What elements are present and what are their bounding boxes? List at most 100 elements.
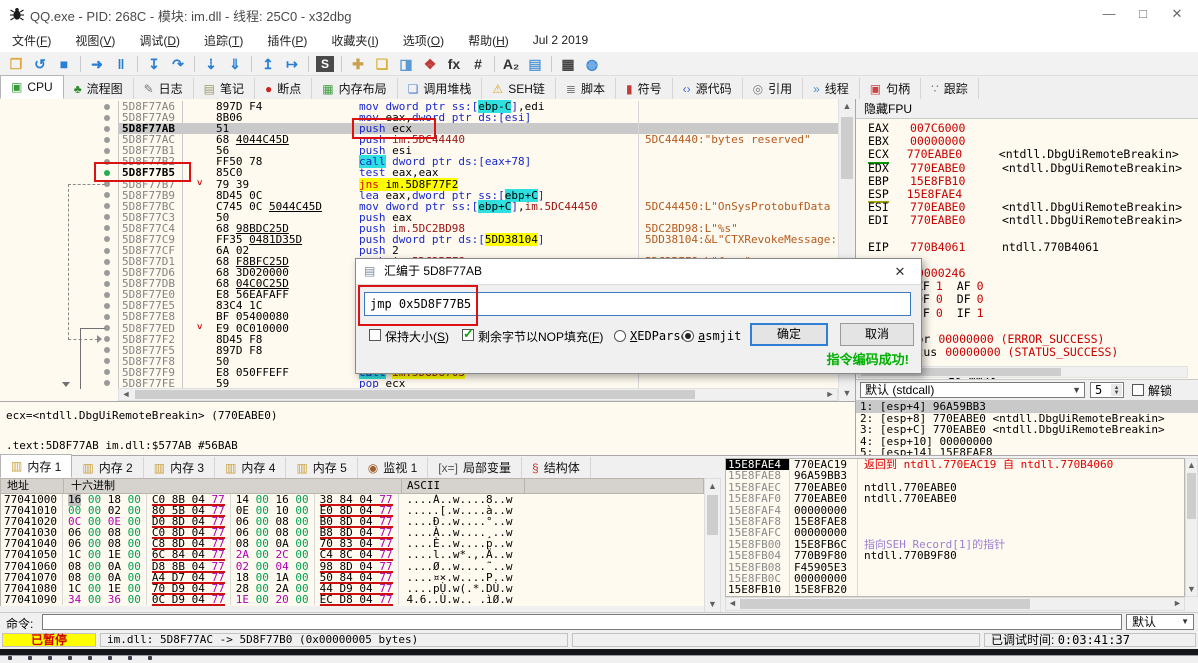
patch-icon[interactable]: ✚ [346,54,370,74]
instruction-dot-icon[interactable] [104,236,110,243]
menu-item[interactable]: 视图(V) [63,32,127,49]
instruction-dot-icon[interactable] [104,291,110,298]
stack-row[interactable]: 15E8FB10 15E8FB20 [726,584,1184,596]
instruction-dot-icon[interactable] [104,269,110,276]
breakpoint-gutter[interactable] [0,212,118,223]
tab-局部变量[interactable]: [x=] 局部变量 [428,457,522,478]
instruction-dot-icon[interactable] [104,247,110,254]
breakpoint-gutter[interactable] [0,311,118,322]
stack-arg-row[interactable]: 1: [esp+4] 96A59BB3 [856,401,1198,413]
disasm-hscrollbar[interactable]: ◄ ► [118,388,838,401]
comment-icon[interactable]: ❏ [370,54,394,74]
instruction-dot-icon[interactable] [104,302,110,309]
restart-icon[interactable]: ↺ [28,54,52,74]
tab-符号[interactable]: ▮ 符号 [616,78,673,99]
instruction-dot-icon[interactable] [104,358,110,365]
tab-笔记[interactable]: ▤ 笔记 [194,78,256,99]
tab-脚本[interactable]: ≣ 脚本 [556,78,616,99]
instruction-dot-icon[interactable] [104,336,110,343]
menu-item[interactable]: 插件(P) [255,32,319,49]
breakpoint-gutter[interactable] [0,167,118,178]
breakpoint-gutter[interactable] [0,190,118,201]
breakpoint-gutter[interactable] [0,256,118,267]
calling-convention-select[interactable]: 默认 (stdcall) ▼ [860,382,1085,398]
instruction-dot-icon[interactable] [104,158,110,165]
tab-引用[interactable]: ◎ 引用 [743,78,804,99]
dialog-close-icon[interactable]: ✕ [887,259,913,284]
tab-SEH链[interactable]: ⚠ SEH链 [482,78,556,99]
breakpoint-gutter[interactable] [0,300,118,311]
disasm-row[interactable]: 5D8F77B5 85C0 test eax,eax [0,167,838,179]
register-row[interactable]: ECX 770EABE0 <ntdll.DbgUiRemoteBreakin> [868,148,1194,164]
register-row[interactable]: EIP 770B4061 ntdll.770B4061 [868,240,1194,254]
breakpoint-gutter[interactable] [0,234,118,245]
memory-vscrollbar[interactable]: ▲ ▼ [704,478,721,613]
breakpoint-gutter[interactable] [0,378,118,388]
register-row[interactable]: EDX 770EABE0 <ntdll.DbgUiRemoteBreakin> [868,161,1194,175]
tab-结构体[interactable]: § 结构体 [522,457,591,478]
syscall-icon[interactable]: S [316,55,334,72]
run-to-user-icon[interactable]: ↦ [280,54,304,74]
maximize-button[interactable]: □ [1126,0,1160,28]
tab-源代码[interactable]: ‹› 源代码 [673,78,743,99]
close-button[interactable]: ✕ [1160,0,1194,28]
tab-句柄[interactable]: ▣ 句柄 [860,78,922,99]
unlock-checkbox[interactable]: 解锁 [1132,382,1172,398]
stack-vscrollbar[interactable]: ▲ ▼ [1185,458,1198,597]
tab-内存布局[interactable]: ▦ 内存布局 [312,78,398,99]
instruction-dot-icon[interactable] [104,192,110,199]
menu-item[interactable]: 调试(D) [127,32,192,49]
instruction-dot-icon[interactable] [104,280,110,287]
cancel-button[interactable]: 取消 [840,323,914,346]
breakpoint-gutter[interactable] [0,179,118,190]
tab-跟踪[interactable]: ∵ 跟踪 [921,78,979,99]
memory-dump-table[interactable]: 77041000 16 00 18 00 C0 8B 04 77 14 00 16 0… [0,494,704,606]
bookmark-icon[interactable]: ❖ [418,54,442,74]
text-icon[interactable]: A₂ [499,54,523,74]
tab-调用堆栈[interactable]: ❏ 调用堆栈 [398,78,483,99]
step-into-icon[interactable]: ↧ [142,54,166,74]
breakpoint-gutter[interactable] [0,334,118,345]
breakpoint-gutter[interactable] [0,345,118,356]
function-icon[interactable]: fx [442,54,466,74]
instruction-dot-icon[interactable] [104,214,110,221]
register-row[interactable]: EDI 770EABE0 <ntdll.DbgUiRemoteBreakin> [868,214,1194,227]
keep-size-checkbox[interactable]: 保持大小(S) [369,329,449,344]
hide-fpu-button[interactable]: 隐藏FPU [856,99,1198,119]
trace-into-icon[interactable]: ⇣ [199,54,223,74]
breakpoint-gutter[interactable] [0,101,118,112]
instruction-dot-icon[interactable] [104,125,110,132]
breakpoint-gutter[interactable] [0,123,118,134]
breakpoint-gutter[interactable] [0,267,118,278]
breakpoint-gutter[interactable] [0,367,118,378]
stack-args-list[interactable]: 1: [esp+4] 96A59BB3 2: [esp+8] 770EABE0 <… [856,400,1198,458]
step-out-icon[interactable]: ↥ [256,54,280,74]
tab-内存 5[interactable]: ▥ 内存 5 [286,457,358,478]
breakpoint-gutter[interactable] [0,223,118,234]
tab-线程[interactable]: » 线程 [803,78,860,99]
breakpoint-gutter[interactable] [0,323,118,334]
modules-icon[interactable]: ▤ [523,54,547,74]
instruction-dot-icon[interactable] [104,225,110,232]
disasm-row[interactable]: 5D8F77FE 59 pop ecx [0,378,838,388]
menu-item[interactable]: 帮助(H) [456,32,521,49]
menu-item[interactable]: 追踪(T) [192,32,255,49]
calculator-icon[interactable]: ▦ [556,54,580,74]
menu-item[interactable]: 收藏夹(I) [319,32,390,49]
instruction-dot-icon[interactable] [104,103,110,110]
globe-icon[interactable]: ◍ [580,54,604,74]
instruction-dot-icon[interactable] [104,258,110,265]
instruction-dot-icon[interactable] [104,325,110,332]
fill-nop-checkbox[interactable]: 剩余字节以NOP填充(F) [462,327,603,344]
breakpoint-gutter[interactable] [0,134,118,145]
asmjit-radio[interactable]: asmjit [682,329,741,343]
instruction-dot-icon[interactable] [104,147,110,154]
tab-监视 1[interactable]: ◉ 监视 1 [358,457,429,478]
tab-内存 1[interactable]: ▥ 内存 1 [0,454,73,478]
instruction-dot-icon[interactable] [104,181,110,188]
tab-内存 4[interactable]: ▥ 内存 4 [215,457,287,478]
command-input[interactable] [42,614,1122,630]
tab-内存 2[interactable]: ▥ 内存 2 [72,457,144,478]
tab-日志[interactable]: ✎ 日志 [134,78,194,99]
memory-row[interactable]: 77041090 34 00 36 00 0C D9 04 77 1E 00 20 0… [1,594,704,606]
